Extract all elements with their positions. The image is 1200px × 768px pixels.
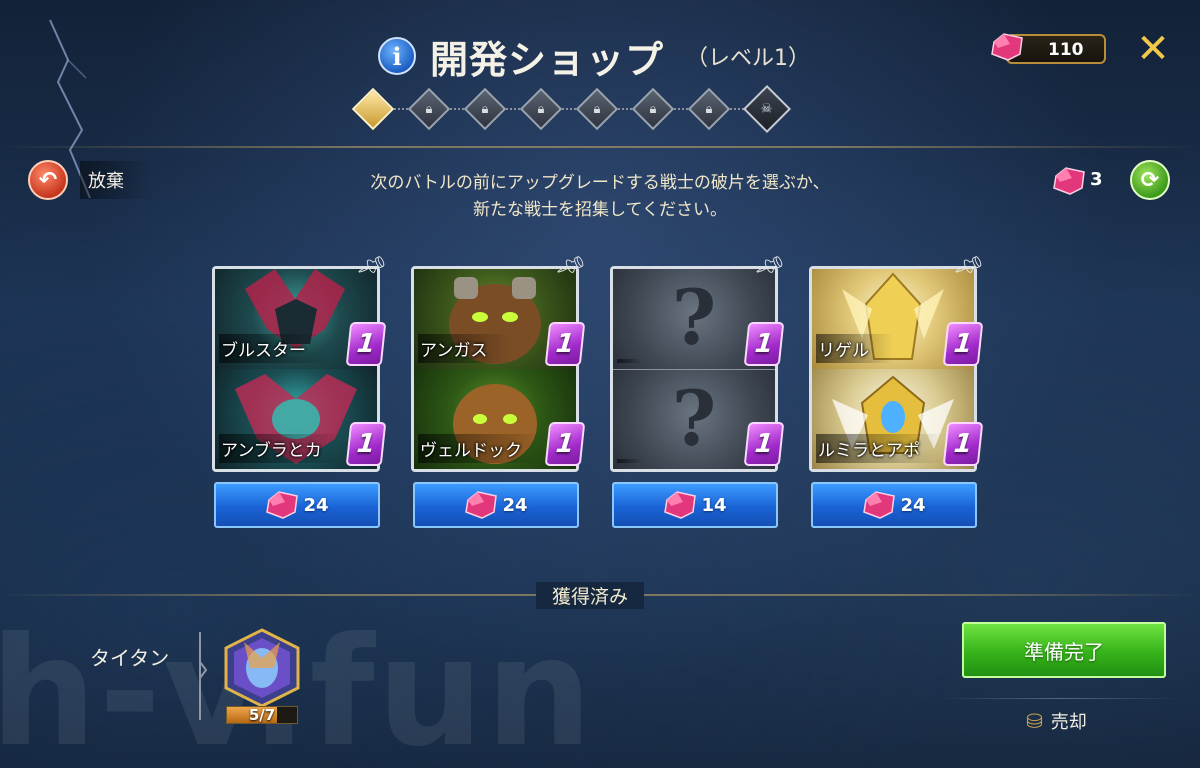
- undo-icon: ↶: [28, 160, 68, 200]
- refresh-cost: 3: [1090, 169, 1103, 190]
- coins-icon: ⛁: [1026, 709, 1043, 733]
- lock-icon: 🔒︎: [481, 101, 489, 117]
- lock-icon: 🔒︎: [593, 101, 601, 117]
- abandon-label: 放棄: [80, 161, 154, 199]
- level-node-locked: 🔒︎: [687, 87, 731, 131]
- title-bar: i 開発ショップ （レベル1）: [378, 28, 810, 84]
- acquired-label: 獲得済み: [536, 582, 645, 609]
- gem-currency-display: 110: [990, 30, 1108, 66]
- shard-quantity-badge: 1: [345, 422, 387, 466]
- shard-quantity-badge: 1: [942, 422, 984, 466]
- level-node-locked: 🔒︎: [407, 87, 451, 131]
- gem-icon: [1053, 167, 1085, 195]
- buy-button[interactable]: 14: [612, 482, 778, 528]
- titan-progress-bar: 5/7: [226, 706, 298, 724]
- shard-quantity-badge: 1: [345, 322, 387, 366]
- instruction-line-2: 新たな戦士を招集してください。: [473, 200, 727, 220]
- price-value: 24: [502, 494, 528, 516]
- level-node-locked: 🔒︎: [519, 87, 563, 131]
- level-node-boss: ☠: [742, 84, 792, 134]
- lock-icon: 🔒︎: [537, 101, 545, 117]
- shop-card[interactable]: アンガス ヴェルドック 1 1 📌︎ 24: [411, 250, 588, 528]
- instruction-line-1: 次のバトルの前にアップグレードする戦士の破片を選ぶか、: [370, 173, 830, 193]
- progress-text: 5/7: [248, 706, 276, 724]
- titan-portrait: [224, 628, 300, 708]
- shard-quantity-badge: 1: [544, 422, 586, 466]
- refresh-group: 3 ⟳: [1052, 160, 1172, 200]
- price-value: 24: [303, 494, 329, 516]
- hero-name: [617, 459, 643, 463]
- hero-name: [617, 359, 643, 363]
- abandon-button[interactable]: ↶ 放棄: [28, 160, 154, 200]
- price-value: 14: [701, 494, 727, 516]
- shard-quantity-badge: 1: [544, 322, 586, 366]
- lock-icon: 🔒︎: [425, 101, 433, 117]
- skull-icon: ☠: [761, 101, 773, 117]
- instruction-text: 次のバトルの前にアップグレードする戦士の破片を選ぶか、 新たな戦士を招集してくだ…: [300, 170, 900, 224]
- shard-quantity-badge: 1: [743, 422, 785, 466]
- refresh-icon: ⟳: [1140, 167, 1160, 193]
- hero-name: ルミラとアポ: [816, 434, 944, 463]
- page-title: 開発ショップ: [430, 37, 665, 82]
- gem-icon: [266, 491, 299, 519]
- bracket-divider: [199, 632, 208, 720]
- sell-label: 売却: [1050, 712, 1087, 733]
- close-button[interactable]: ✕: [1132, 28, 1174, 70]
- info-icon[interactable]: i: [378, 37, 416, 75]
- gem-icon: [664, 491, 697, 519]
- shop-card[interactable]: リゲル ルミラとアポ 1 1 📌︎ 24: [809, 250, 986, 528]
- level-track: 🔒︎ 🔒︎ 🔒︎ 🔒︎ 🔒︎ 🔒︎ ☠: [351, 84, 792, 134]
- refresh-button[interactable]: ⟳: [1130, 160, 1170, 200]
- shop-level-label: （レベル1）: [686, 46, 811, 71]
- price-value: 24: [900, 494, 926, 516]
- hero-name: アンガス: [418, 334, 512, 363]
- hero-name: リゲル: [816, 334, 893, 363]
- gem-icon: [991, 33, 1023, 61]
- sell-button[interactable]: ⛁ 売却: [1026, 708, 1087, 734]
- hero-name: アンブラとカ: [219, 434, 346, 463]
- shard-quantity-badge: 1: [942, 322, 984, 366]
- hero-name: ヴェルドック: [418, 434, 546, 463]
- team-category-label: タイタン: [90, 646, 170, 670]
- header-divider: [0, 146, 1200, 148]
- gem-icon: [863, 491, 896, 519]
- shard-quantity-badge: 1: [743, 322, 785, 366]
- lock-icon: 🔒︎: [705, 101, 713, 117]
- gem-count: 110: [1048, 40, 1084, 60]
- level-node-locked: 🔒︎: [463, 87, 507, 131]
- level-node-current: [351, 87, 395, 131]
- lock-icon: 🔒︎: [649, 101, 657, 117]
- hero-name: ブルスター: [219, 334, 330, 363]
- ready-button[interactable]: 準備完了: [962, 622, 1166, 678]
- level-node-locked: 🔒︎: [631, 87, 675, 131]
- shop-card[interactable]: ブルスター アンブラとカ 1 1 📌︎ 24: [212, 250, 389, 528]
- level-node-locked: 🔒︎: [575, 87, 619, 131]
- buy-button[interactable]: 24: [811, 482, 977, 528]
- buy-button[interactable]: 24: [214, 482, 380, 528]
- shop-card[interactable]: ? ? 1 1 📌︎ 14: [610, 250, 787, 528]
- titan-avatar[interactable]: [224, 628, 300, 708]
- gem-icon: [465, 491, 498, 519]
- sell-divider: [940, 698, 1180, 699]
- buy-button[interactable]: 24: [413, 482, 579, 528]
